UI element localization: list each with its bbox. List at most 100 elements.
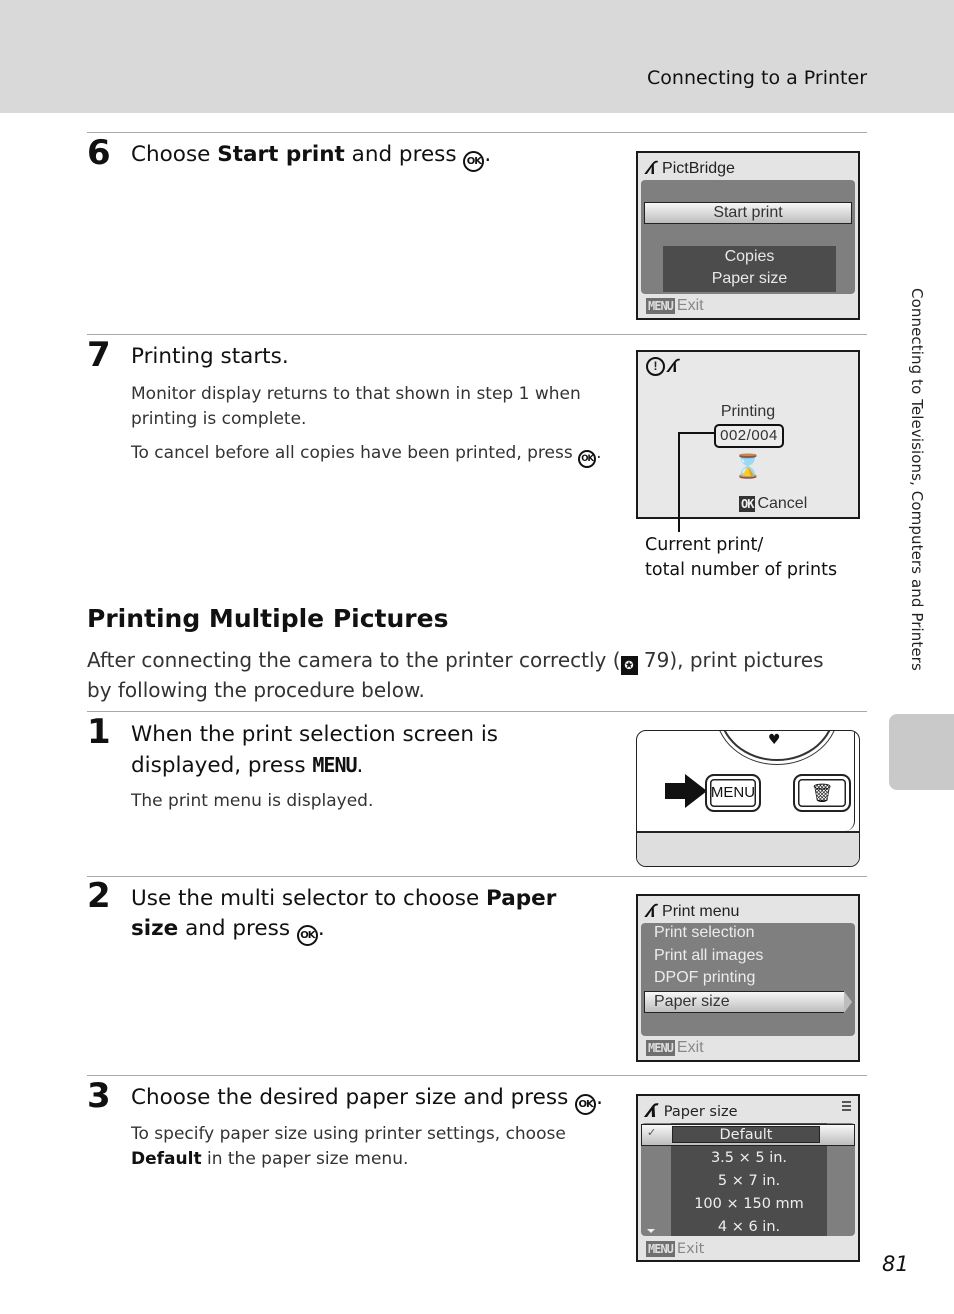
step-title: When the print selection screen is displ…	[131, 720, 611, 781]
list-item[interactable]: 100 × 150 mm	[671, 1193, 827, 1216]
step-title: Printing starts.	[131, 344, 289, 369]
list-item-label: Default	[672, 1126, 820, 1143]
selection-arrow	[844, 991, 852, 1013]
step-number: 3	[87, 1076, 111, 1116]
step-title: Choose Start print and press OK.	[131, 140, 611, 172]
screen-header-text: PictBridge	[662, 159, 735, 177]
page-number: 81	[882, 1252, 909, 1276]
section-title: Printing Multiple Pictures	[87, 604, 449, 633]
header-band	[0, 0, 954, 113]
screen-header-text: Paper size	[663, 1103, 738, 1120]
side-tab-label: Connecting to Televisions, Computers and…	[908, 288, 926, 671]
pictbridge-icon: ʎ	[644, 158, 658, 178]
step-description-bold: Default	[131, 1149, 202, 1169]
list-item[interactable]: 3.5 × 5 in.	[671, 1147, 827, 1170]
body-lower	[637, 831, 859, 866]
list-item[interactable]: 4 × 6 in.	[671, 1216, 827, 1239]
menu-item[interactable]: Print selection	[654, 924, 755, 942]
step-description-text: To cancel before all copies have been pr…	[131, 443, 573, 463]
divider	[87, 1075, 867, 1076]
menu-item[interactable]: DPOF printing	[654, 969, 755, 987]
press-arrow-icon	[665, 783, 687, 799]
step-title-bold: Start print	[217, 142, 345, 167]
scroll-indicator-icon	[842, 1101, 851, 1111]
callout-leader-line	[678, 432, 714, 434]
divider	[87, 711, 867, 712]
step-description: The print menu is displayed.	[131, 791, 374, 811]
screen-footer: MENU Exit	[646, 297, 704, 315]
menu-item[interactable]: Print all images	[654, 947, 763, 965]
hourglass-icon: ⌛	[733, 453, 763, 479]
step-number: 6	[87, 133, 111, 173]
press-arrow-head	[685, 774, 707, 808]
camera-screen-printing: ! ʎ Printing 002/004 ⌛ OK Cancel	[636, 350, 860, 519]
menu-item-selected[interactable]: Start print	[644, 202, 852, 224]
step-title: Choose the desired paper size and press …	[131, 1083, 611, 1115]
intro-text: After connecting the camera to the print…	[87, 648, 621, 672]
camera-back-illustration: ♥ MENU 🗑	[636, 730, 860, 867]
ok-button-icon: OK	[463, 151, 485, 172]
menu-key-label: MENU	[312, 753, 357, 777]
camera-screen-pictbridge: ʎ PictBridge Start print Copies Paper si…	[636, 151, 860, 320]
menu-button[interactable]: MENU	[705, 774, 761, 812]
step-description: To cancel before all copies have been pr…	[131, 441, 611, 468]
page-reference[interactable]: 79	[644, 648, 669, 672]
list-item[interactable]: 5 × 7 in.	[671, 1170, 827, 1193]
step-description-text: To specify paper size using printer sett…	[131, 1124, 566, 1144]
divider	[87, 334, 867, 335]
menu-item[interactable]: Copies	[663, 246, 836, 268]
submenu-box: Copies Paper size	[663, 246, 836, 292]
step-description-text: in the paper size menu.	[201, 1149, 409, 1169]
pictbridge-icon: ʎ	[644, 1101, 660, 1122]
trash-icon: 🗑	[810, 783, 834, 804]
pictbridge-icon: ʎ	[644, 901, 658, 921]
paper-size-list: 3.5 × 5 in. 5 × 7 in. 100 × 150 mm 4 × 6…	[671, 1147, 827, 1239]
section-intro: After connecting the camera to the print…	[87, 645, 847, 705]
step-number: 7	[87, 335, 111, 375]
exit-label: Exit	[676, 1241, 705, 1257]
callout-line: total number of prints	[645, 560, 838, 580]
header-title: Connecting to a Printer	[647, 67, 867, 89]
warning-icon: !	[646, 357, 665, 376]
side-tab-marker	[889, 714, 954, 790]
step-description: Monitor display returns to that shown in…	[131, 384, 581, 429]
camera-screen-print-menu: ʎ Print menu Print selection Print all i…	[636, 894, 860, 1062]
exit-label: Exit	[676, 1039, 704, 1056]
screen-header: ʎ Paper size	[644, 1101, 738, 1122]
screen-header: ʎ PictBridge	[644, 158, 735, 179]
callout-line: Current print/	[645, 535, 764, 555]
menu-button-badge: MENU	[646, 1040, 675, 1056]
menu-button-badge: MENU	[646, 298, 675, 314]
exit-label: Exit	[676, 297, 704, 314]
menu-item[interactable]: Paper size	[663, 268, 836, 290]
cancel-hint: OK Cancel	[739, 495, 807, 513]
step-title-text: Choose the desired paper size and press	[131, 1085, 569, 1110]
screen-menu-area: Print selection Print all images DPOF pr…	[641, 923, 855, 1036]
pictbridge-icon: ʎ	[666, 356, 680, 376]
delete-button[interactable]: 🗑	[793, 774, 851, 812]
step-number: 1	[87, 712, 111, 752]
step-title-text: and press	[344, 142, 457, 167]
printing-status: Printing	[720, 403, 776, 420]
callout-leader-line	[678, 432, 680, 532]
page-reference-icon: ✪	[620, 656, 638, 675]
ok-button-icon: OK	[575, 1094, 597, 1115]
divider	[87, 876, 867, 877]
camera-screen-paper-size: ʎ Paper size ✓ Default 3.5 × 5 in. 5 × 7…	[636, 1094, 860, 1262]
print-counter: 002/004	[714, 424, 784, 448]
ok-button-icon: OK	[296, 925, 318, 946]
step-title-text: Choose	[131, 142, 218, 167]
screen-list-area: ✓ Default 3.5 × 5 in. 5 × 7 in. 100 × 15…	[641, 1123, 855, 1236]
screen-header-text: Print menu	[662, 902, 740, 920]
cancel-label: Cancel	[757, 495, 808, 512]
list-item-selected[interactable]: ✓ Default	[641, 1124, 855, 1146]
step-title-text: and press	[178, 916, 291, 941]
menu-button-badge: MENU	[646, 1241, 675, 1257]
scene-icon: ♥	[768, 732, 781, 748]
step-title: Use the multi selector to choose Paper s…	[131, 884, 601, 946]
screen-footer: MENU Exit	[646, 1039, 704, 1057]
divider	[87, 132, 867, 133]
check-icon: ✓	[647, 1127, 657, 1139]
ok-badge: OK	[739, 496, 756, 512]
menu-item-selected[interactable]: Paper size	[644, 991, 844, 1013]
